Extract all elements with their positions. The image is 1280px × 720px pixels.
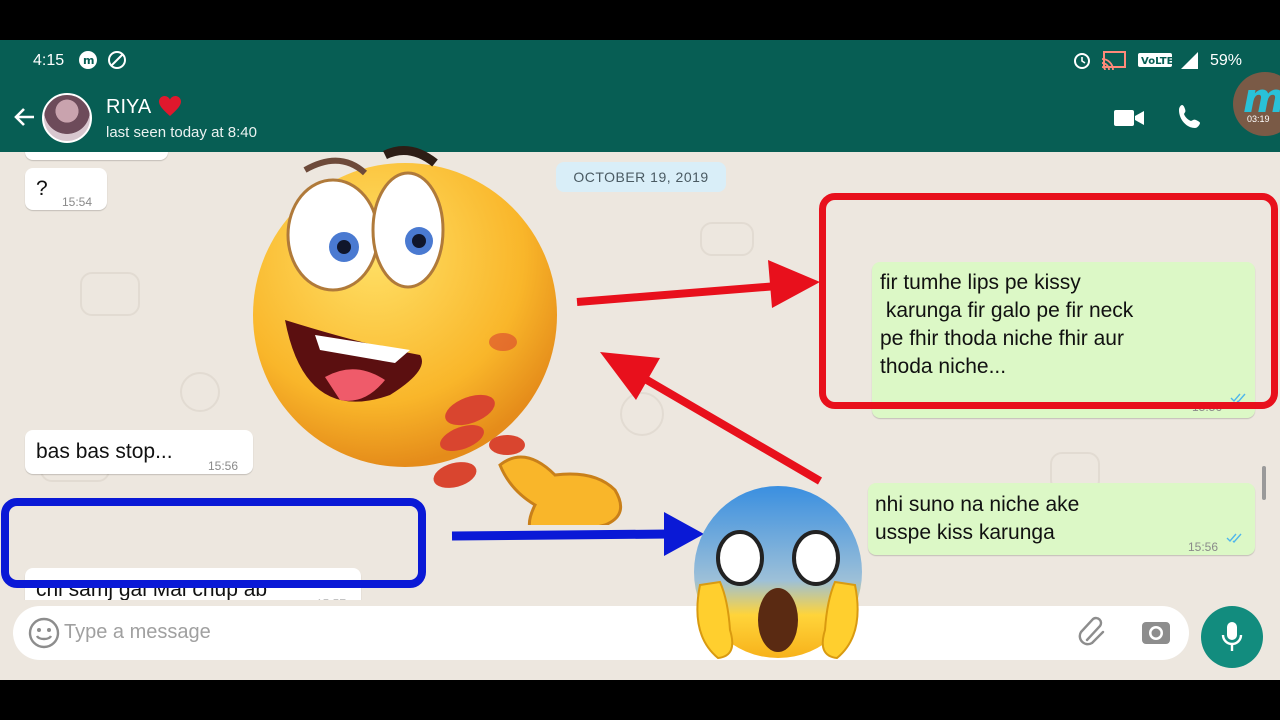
message-text: ? [36,177,48,200]
attach-icon[interactable] [1075,614,1111,650]
chat-header: RIYA last seen today at 8:40 m 03:19 [0,72,1280,152]
wallpaper-doodle [180,372,220,412]
message-time: 15:56 [208,459,239,473]
emoji-icon[interactable] [27,616,61,650]
wallpaper-doodle [80,272,140,316]
scrollbar-thumb[interactable] [1262,466,1266,500]
message-text: bas bas stop... [36,440,173,463]
read-ticks-icon [1226,533,1242,543]
phone-screen: 4:15 m VoLTE 59% RIYA last seen today at… [0,40,1280,680]
message-bubble-outgoing[interactable]: nhi suno na niche ake usspe kiss karunga… [868,483,1255,555]
chat-area[interactable]: OCTOBER 19, 2019 ? 15:54 fir tumhe lips … [0,152,1280,600]
volte-icon: VoLTE [1138,53,1173,67]
alarm-icon [1074,53,1090,69]
wallpaper-doodle [620,392,664,436]
camera-icon[interactable] [1140,616,1172,648]
message-time: 15:57 [316,590,346,600]
message-input[interactable] [64,612,1044,652]
back-arrow-icon[interactable] [12,104,38,130]
message-text: chi samj gai Mai chup ab [36,578,268,600]
wallpaper-doodle [700,222,754,256]
message-time: 15:56 [1188,540,1219,554]
messenger-icon: m [79,51,97,69]
cast-icon [1101,51,1126,70]
read-ticks-icon [1230,393,1246,403]
battery-percent: 59% [1210,52,1243,69]
channel-logo-badge: m 03:19 [1233,72,1280,136]
channel-logo-time: 03:19 [1247,114,1270,124]
input-bar [0,600,1280,680]
svg-text:m: m [83,54,94,67]
signal-icon [1181,52,1198,69]
message-bubble-partial[interactable] [25,152,168,160]
date-separator: OCTOBER 19, 2019 [556,162,726,192]
contact-name[interactable]: RIYA [106,96,151,119]
heart-icon [159,96,181,116]
phone-call-icon[interactable] [1175,102,1205,132]
video-call-icon[interactable] [1113,106,1145,130]
status-time: 4:15 [33,52,65,69]
mic-icon [1221,622,1243,651]
message-bubble-outgoing[interactable]: fir tumhe lips pe kissy karunga fir galo… [872,262,1255,418]
message-text: nhi suno na niche ake usspe kiss karunga [875,493,1080,544]
status-bar: 4:15 m VoLTE 59% [0,40,1280,82]
message-bubble-incoming[interactable]: bas bas stop... 15:56 [25,430,253,474]
message-time: 15:54 [62,195,93,209]
last-seen-status: last seen today at 8:40 [106,124,257,141]
svg-text:VoLTE: VoLTE [1141,56,1173,67]
message-bubble-incoming[interactable]: ? 15:54 [25,168,107,210]
mic-button[interactable] [1201,606,1263,668]
contact-avatar[interactable] [42,93,92,143]
no-disturb-icon [108,51,126,69]
message-time: 15:56 [1192,400,1223,414]
message-bubble-incoming[interactable]: chi samj gai Mai chup ab 15:57 [25,568,361,600]
message-text: fir tumhe lips pe kissy karunga fir galo… [880,271,1134,378]
